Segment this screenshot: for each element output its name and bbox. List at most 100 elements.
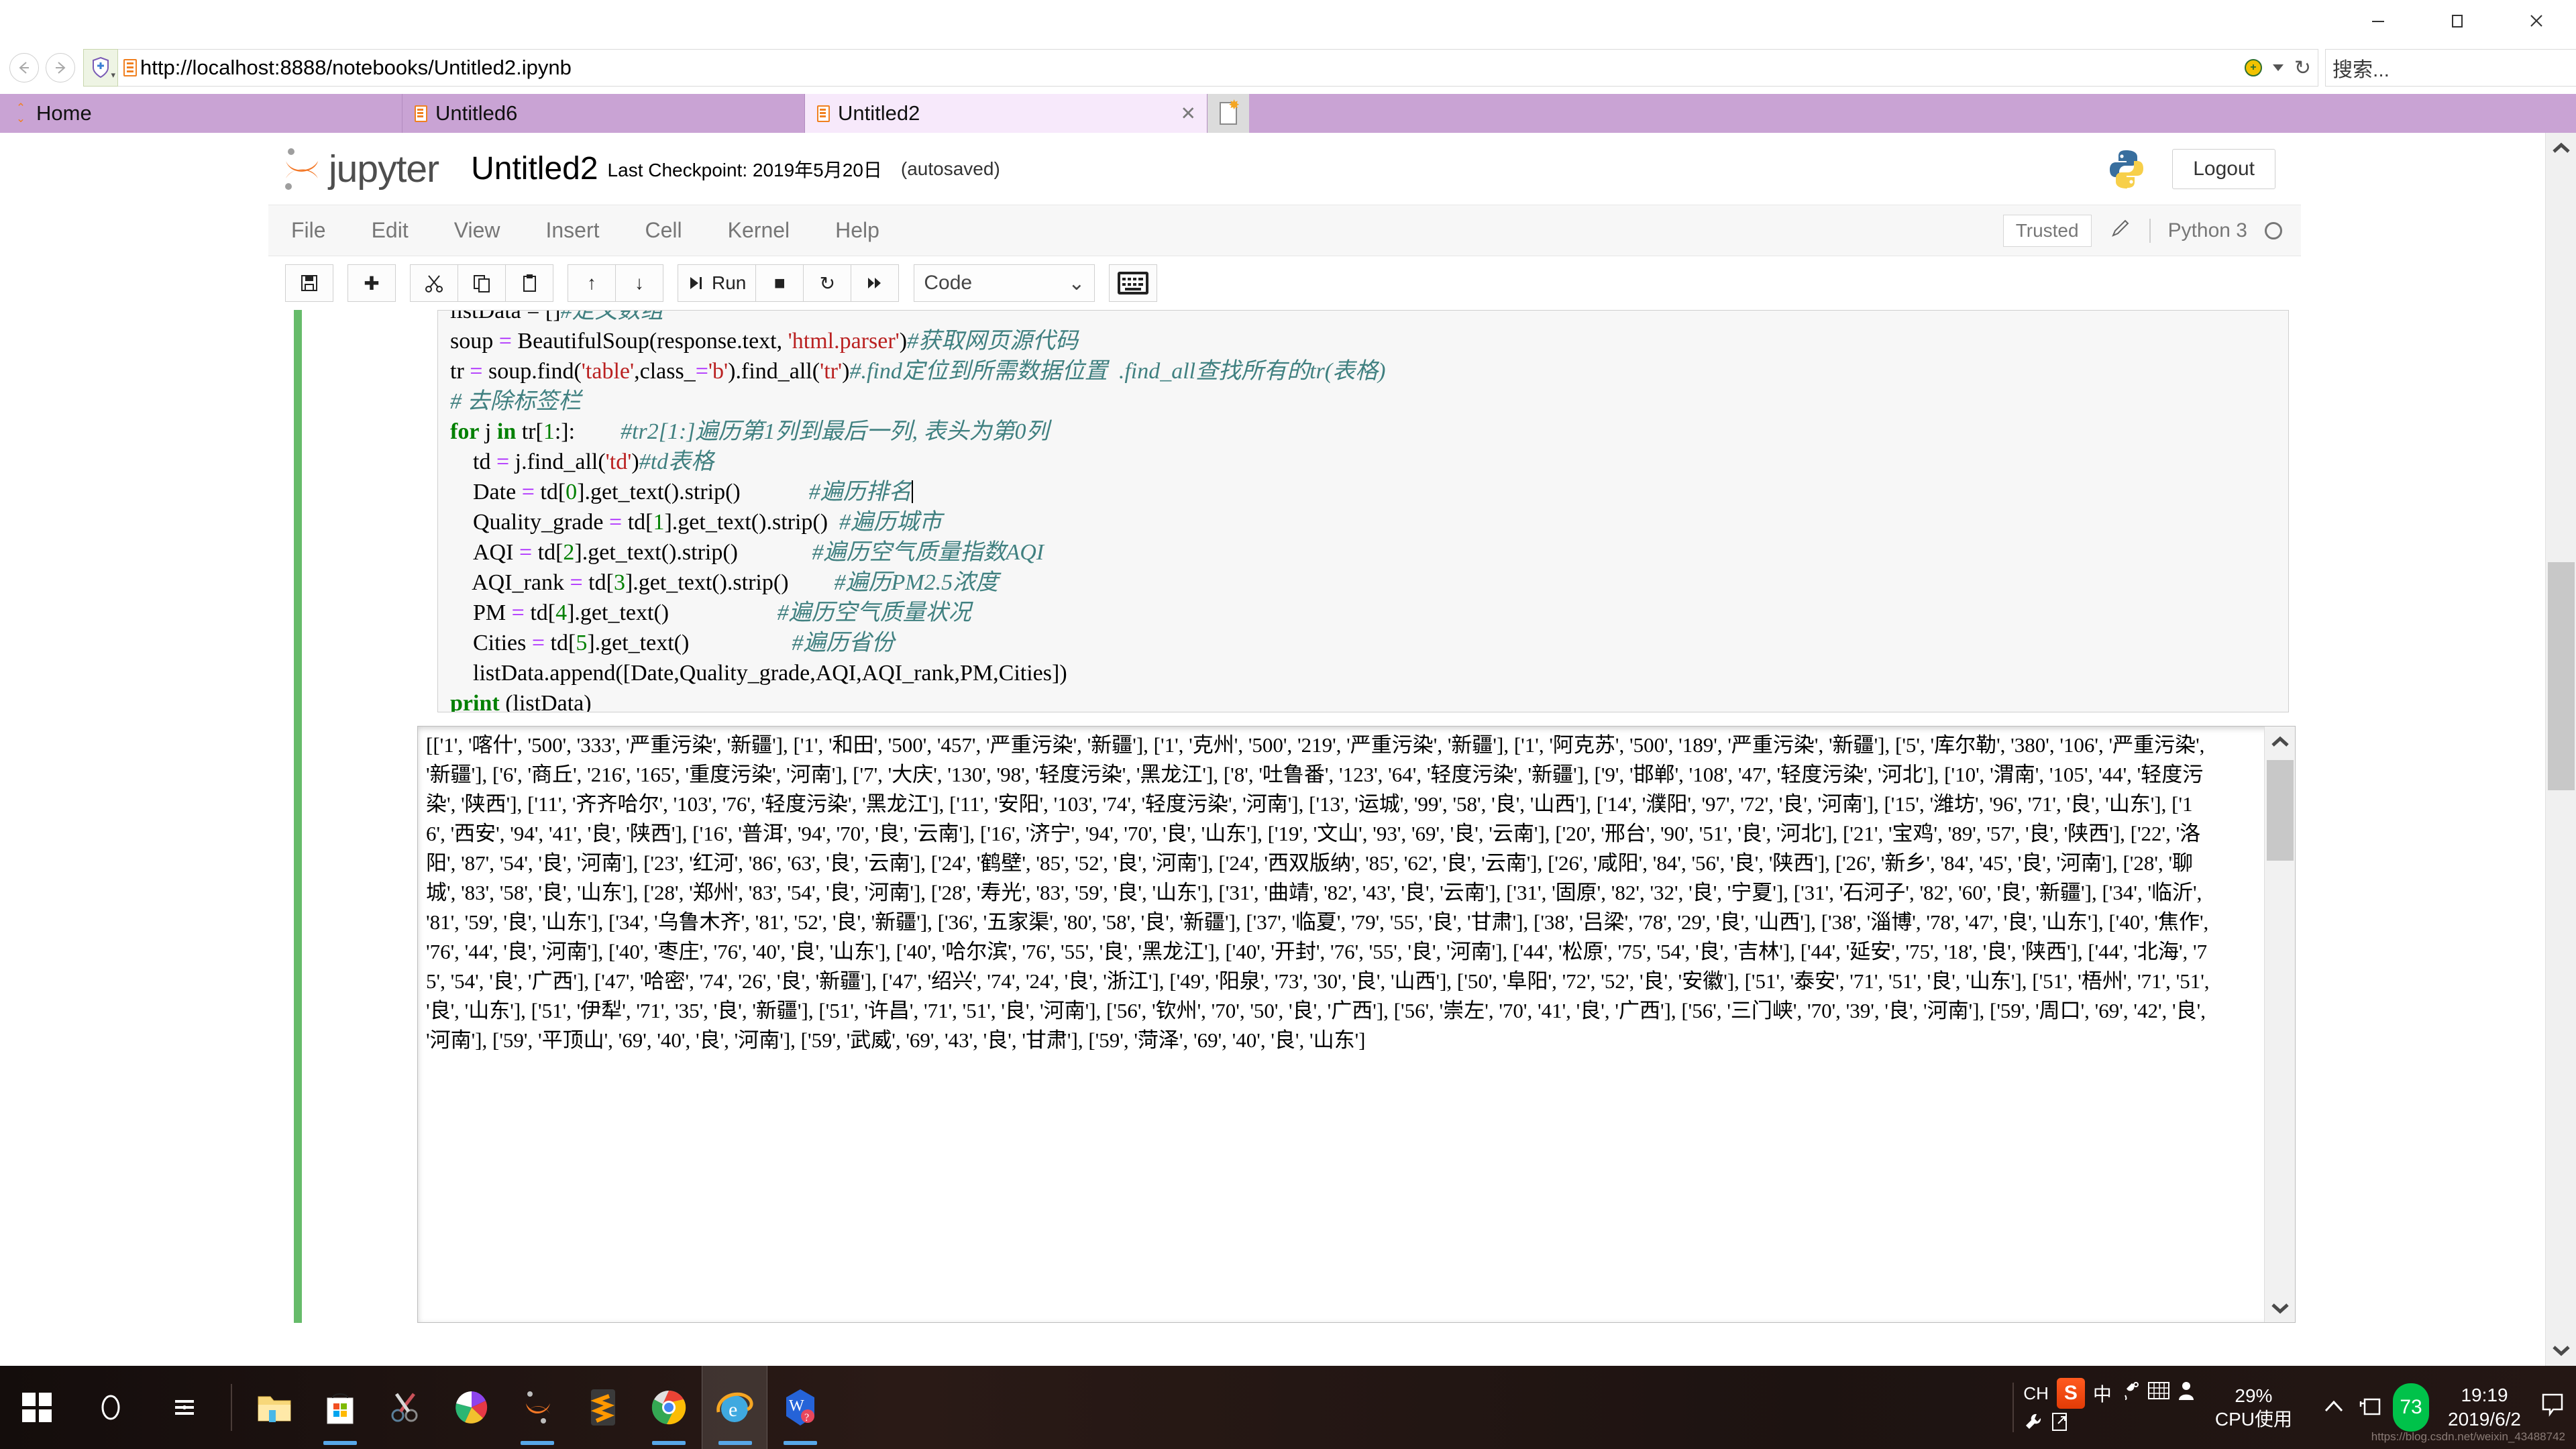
command-palette-button[interactable] bbox=[1109, 264, 1157, 302]
security-shield-icon[interactable]: ▾ bbox=[83, 49, 118, 87]
ime-keyboard-icon[interactable] bbox=[2148, 1382, 2169, 1405]
taskbar-clock[interactable]: 19:19 2019/6/2 bbox=[2448, 1383, 2521, 1432]
run-button-label: Run bbox=[712, 272, 746, 294]
tray-ime-row: CH S 中 bbox=[2023, 1378, 2195, 1409]
menu-insert[interactable]: Insert bbox=[523, 218, 622, 243]
menu-edit[interactable]: Edit bbox=[349, 218, 431, 243]
ime-punctuation-icon[interactable] bbox=[2120, 1381, 2140, 1406]
wrench-settings-icon[interactable] bbox=[2023, 1411, 2043, 1437]
task-view-button[interactable] bbox=[148, 1366, 221, 1449]
close-button[interactable] bbox=[2497, 0, 2576, 42]
code-cell-input[interactable]: listData = []#定义数组 soup = BeautifulSoup(… bbox=[437, 310, 2289, 712]
trusted-badge[interactable]: Trusted bbox=[2003, 215, 2092, 247]
taskbar-app-google-chrome[interactable] bbox=[636, 1366, 702, 1449]
power-plug-icon[interactable] bbox=[2355, 1393, 2385, 1423]
ime-language-label[interactable]: CH bbox=[2023, 1383, 2049, 1404]
reload-icon[interactable]: ↻ bbox=[2294, 56, 2311, 80]
taskbar-app-jupyter[interactable] bbox=[504, 1366, 570, 1449]
notification-center-icon[interactable] bbox=[2541, 1393, 2564, 1423]
ime-user-icon[interactable] bbox=[2178, 1381, 2195, 1406]
ime-mode-label[interactable]: 中 bbox=[2093, 1380, 2112, 1407]
taskbar-app-microsoft-store[interactable] bbox=[307, 1366, 373, 1449]
maximize-button[interactable] bbox=[2418, 0, 2497, 42]
tab-close-icon[interactable]: ✕ bbox=[1181, 103, 1196, 125]
scroll-up-icon[interactable] bbox=[2265, 727, 2296, 757]
code-token: 5 bbox=[576, 631, 587, 655]
tab-strip: ⌃⌄ Home Untitled6 Untitled2 ✕ bbox=[0, 94, 2576, 133]
taskbar-app-wps-office[interactable]: W? bbox=[767, 1366, 833, 1449]
minimize-button[interactable] bbox=[2339, 0, 2418, 42]
start-button[interactable] bbox=[0, 1366, 74, 1449]
shield-caret-icon: ▾ bbox=[111, 70, 115, 80]
menu-help[interactable]: Help bbox=[812, 218, 902, 243]
sogou-ime-icon[interactable]: S bbox=[2057, 1378, 2085, 1409]
show-hidden-icons-chevron[interactable] bbox=[2323, 1396, 2345, 1419]
tab-untitled2[interactable]: Untitled2 ✕ bbox=[805, 94, 1208, 133]
page-scrollbar[interactable] bbox=[2545, 133, 2576, 1366]
cut-button[interactable] bbox=[410, 264, 458, 302]
code-token: 'td' bbox=[606, 449, 632, 474]
taskbar-app-file-explorer[interactable] bbox=[241, 1366, 307, 1449]
cpu-usage-widget[interactable]: 29% CPU使用 bbox=[2215, 1384, 2292, 1431]
tab-label: Untitled2 bbox=[838, 101, 920, 125]
notebook-title[interactable]: Untitled2 bbox=[471, 150, 598, 187]
cpu-usage-value: 29% bbox=[2215, 1384, 2292, 1407]
output-scroll-thumb[interactable] bbox=[2267, 760, 2294, 861]
page-scroll-up-icon[interactable] bbox=[2546, 133, 2576, 164]
interrupt-kernel-button[interactable]: ■ bbox=[755, 264, 804, 302]
logout-button[interactable]: Logout bbox=[2172, 149, 2275, 189]
menu-kernel[interactable]: Kernel bbox=[705, 218, 813, 243]
taskbar-running-indicator bbox=[718, 1441, 752, 1445]
code-token: 1 bbox=[653, 510, 664, 535]
copy-button[interactable] bbox=[458, 264, 506, 302]
page-scroll-down-icon[interactable] bbox=[2546, 1335, 2576, 1366]
battery-indicator[interactable]: 73 bbox=[2393, 1383, 2429, 1432]
menu-file[interactable]: File bbox=[268, 218, 349, 243]
cortana-search-button[interactable] bbox=[74, 1366, 148, 1449]
jupyter-menubar: File Edit View Insert Cell Kernel Help T… bbox=[268, 205, 2301, 256]
clock-time: 19:19 bbox=[2448, 1383, 2521, 1407]
scroll-down-icon[interactable] bbox=[2265, 1293, 2296, 1323]
watermark-text: https://blog.csdn.net/weixin_43488742 bbox=[2371, 1430, 2565, 1444]
export-icon[interactable] bbox=[2051, 1411, 2069, 1437]
search-box[interactable]: 搜索... bbox=[2325, 49, 2576, 87]
insert-cell-button[interactable]: ✚ bbox=[347, 264, 396, 302]
taskbar-app-sublime-text[interactable] bbox=[570, 1366, 636, 1449]
jupyter-header: jupyter Untitled2 Last Checkpoint: 2019年… bbox=[268, 133, 2301, 205]
toolbar-group-clipboard bbox=[411, 264, 553, 302]
tab-untitled6[interactable]: Untitled6 bbox=[402, 94, 805, 133]
forward-button[interactable] bbox=[46, 53, 75, 83]
menu-cell[interactable]: Cell bbox=[623, 218, 705, 243]
code-token: td[ bbox=[535, 480, 566, 504]
taskbar-app-internet-explorer[interactable]: e bbox=[702, 1366, 767, 1449]
page-scroll-thumb[interactable] bbox=[2548, 562, 2575, 790]
code-editor[interactable]: listData = []#定义数组 soup = BeautifulSoup(… bbox=[438, 310, 2288, 712]
edit-mode-pencil-icon bbox=[2109, 217, 2132, 244]
jupyter-logo[interactable]: jupyter bbox=[282, 146, 439, 192]
save-button[interactable] bbox=[285, 264, 333, 302]
restart-run-all-button[interactable] bbox=[851, 264, 899, 302]
title-bar bbox=[0, 0, 2576, 42]
cell-type-select[interactable]: Code ⌄ bbox=[914, 264, 1095, 302]
plugin-icon[interactable]: + bbox=[2245, 59, 2262, 76]
code-token: = bbox=[696, 359, 708, 384]
move-cell-up-button[interactable]: ↑ bbox=[568, 264, 616, 302]
output-scrollbar[interactable] bbox=[2264, 727, 2295, 1323]
taskbar-app-snipping-tool[interactable] bbox=[373, 1366, 439, 1449]
address-bar[interactable]: http://localhost:8888/notebooks/Untitled… bbox=[118, 49, 2318, 87]
tab-home[interactable]: ⌃⌄ Home bbox=[0, 94, 402, 133]
plugin-caret-icon[interactable] bbox=[2273, 64, 2284, 71]
paste-button[interactable] bbox=[505, 264, 553, 302]
move-cell-down-button[interactable]: ↓ bbox=[615, 264, 663, 302]
back-button[interactable] bbox=[9, 53, 39, 83]
new-tab-button[interactable] bbox=[1208, 94, 1249, 133]
menu-view[interactable]: View bbox=[431, 218, 523, 243]
code-token: tr bbox=[450, 359, 470, 384]
run-button[interactable]: Run bbox=[678, 264, 756, 302]
taskbar-app-color-wheel[interactable] bbox=[439, 1366, 504, 1449]
restart-kernel-button[interactable]: ↻ bbox=[803, 264, 851, 302]
code-token: ) bbox=[631, 449, 639, 474]
code-token: td bbox=[450, 449, 496, 474]
cell-output-area[interactable]: [['1', '喀什', '500', '333', '严重污染', '新疆']… bbox=[417, 726, 2296, 1323]
search-input[interactable]: 搜索... bbox=[2332, 53, 2576, 83]
